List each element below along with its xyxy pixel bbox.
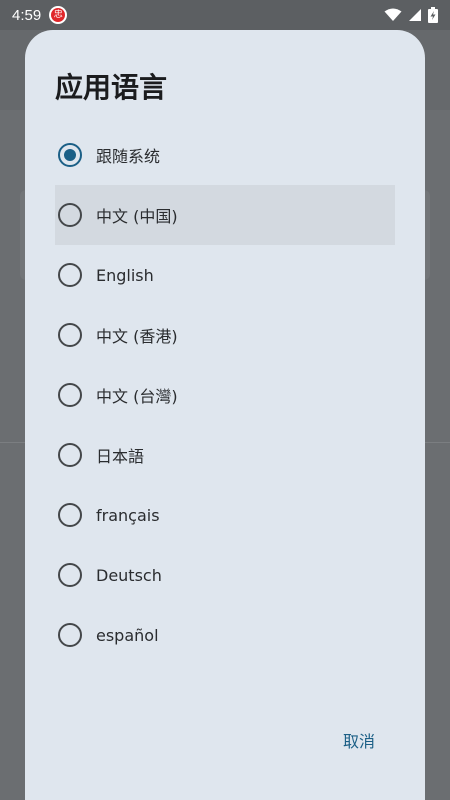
language-option[interactable]: 中文 (中国) — [55, 185, 395, 245]
language-option[interactable]: 跟随系统 — [55, 125, 395, 185]
dialog-title: 应用语言 — [55, 71, 168, 104]
language-option[interactable]: 中文 (香港) — [55, 305, 395, 365]
language-option-list: 跟随系统 中文 (中国) English 中文 (香港) 中文 (台灣) 日本語… — [55, 125, 395, 665]
language-option[interactable]: English — [55, 245, 395, 305]
cellular-signal-icon — [409, 9, 421, 21]
status-time: 4:59 — [12, 6, 42, 24]
radio-button-checked[interactable] — [58, 143, 82, 167]
language-option-label: 中文 (台灣) — [96, 387, 178, 406]
language-option[interactable]: 日本語 — [55, 425, 395, 485]
radio-button[interactable] — [58, 263, 82, 287]
status-bar: 4:59 忠 — [0, 0, 450, 30]
language-option-label: français — [96, 505, 160, 525]
language-option[interactable]: español — [55, 605, 395, 665]
language-option[interactable]: français — [55, 485, 395, 545]
radio-button[interactable] — [58, 203, 82, 227]
radio-button[interactable] — [58, 323, 82, 347]
radio-button[interactable] — [58, 623, 82, 647]
language-option-label: 中文 (中国) — [96, 207, 178, 226]
language-option-label: 跟随系统 — [96, 147, 161, 166]
language-option-label: español — [96, 625, 159, 645]
app-notification-icon: 忠 — [49, 6, 68, 24]
cancel-button[interactable]: 取消 — [343, 728, 375, 752]
app-badge-text: 忠 — [51, 8, 66, 22]
battery-charging-icon — [428, 7, 438, 23]
wifi-icon — [384, 8, 402, 21]
language-option-label: Deutsch — [96, 565, 162, 585]
status-icons — [384, 7, 438, 23]
language-option[interactable]: Deutsch — [55, 545, 395, 605]
language-option-label: English — [96, 265, 154, 285]
radio-button[interactable] — [58, 383, 82, 407]
language-option-label: 中文 (香港) — [96, 327, 178, 346]
radio-button[interactable] — [58, 503, 82, 527]
radio-button[interactable] — [58, 443, 82, 467]
radio-button[interactable] — [58, 563, 82, 587]
app-language-dialog: 应用语言 跟随系统 中文 (中国) English 中文 (香港) 中文 (台灣… — [25, 30, 425, 800]
language-option[interactable]: 中文 (台灣) — [55, 365, 395, 425]
language-option-label: 日本語 — [96, 447, 145, 466]
